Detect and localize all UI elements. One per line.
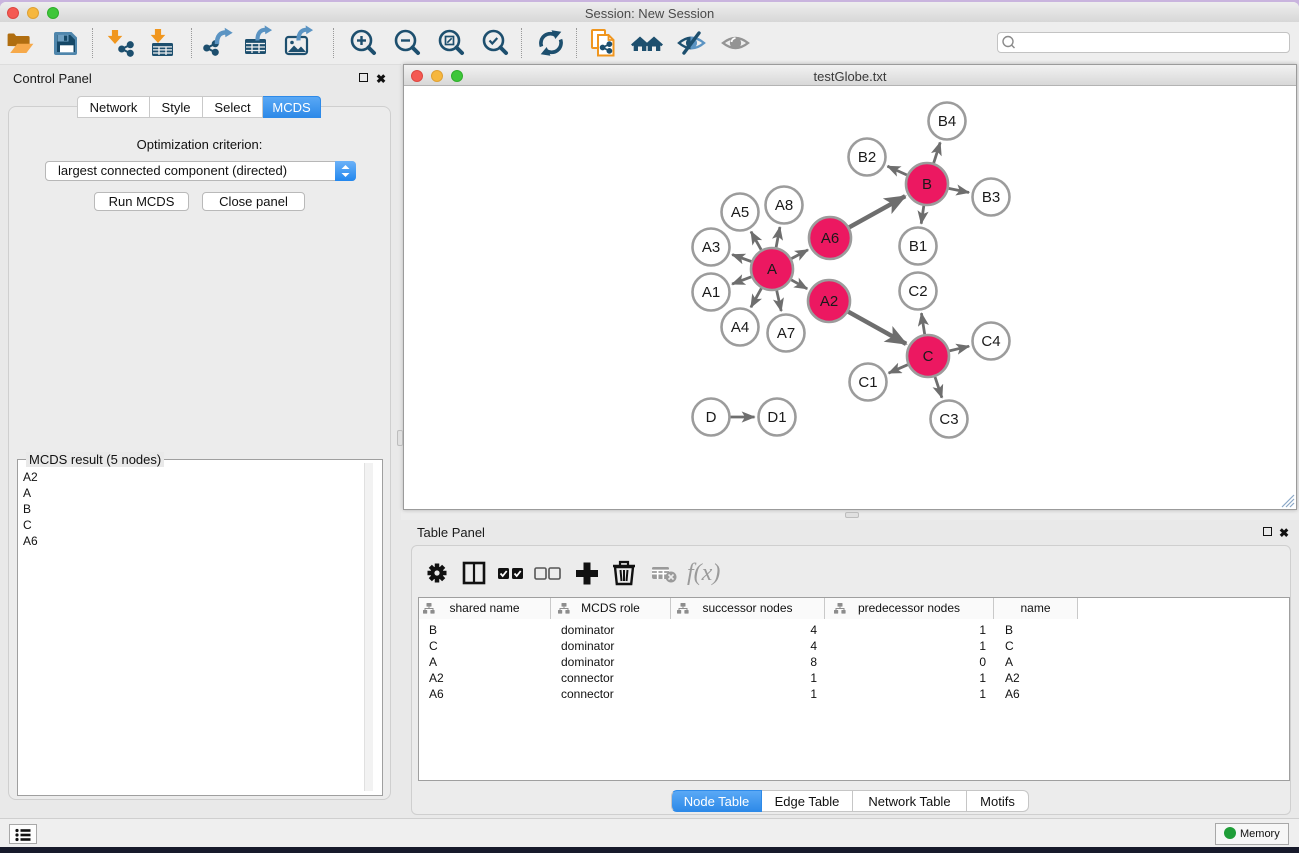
- svg-text:A4: A4: [731, 319, 749, 336]
- svg-text:C: C: [923, 348, 934, 365]
- svg-text:B4: B4: [938, 113, 956, 130]
- svg-text:A2: A2: [820, 293, 838, 310]
- svg-text:A6: A6: [821, 230, 839, 247]
- svg-text:A1: A1: [702, 284, 720, 301]
- svg-text:C4: C4: [981, 333, 1000, 350]
- svg-text:D1: D1: [767, 409, 786, 426]
- svg-text:D: D: [706, 409, 717, 426]
- svg-text:B2: B2: [858, 149, 876, 166]
- svg-text:A: A: [767, 261, 777, 278]
- svg-text:A8: A8: [775, 197, 793, 214]
- svg-text:B: B: [922, 176, 932, 193]
- svg-text:C1: C1: [858, 374, 877, 391]
- svg-text:C2: C2: [908, 283, 927, 300]
- svg-text:B3: B3: [982, 189, 1000, 206]
- svg-text:A5: A5: [731, 204, 749, 221]
- svg-text:f(x): f(x): [687, 560, 720, 586]
- svg-text:A7: A7: [777, 325, 795, 342]
- svg-text:A3: A3: [702, 239, 720, 256]
- svg-text:C3: C3: [939, 411, 958, 428]
- svg-text:B1: B1: [909, 238, 927, 255]
